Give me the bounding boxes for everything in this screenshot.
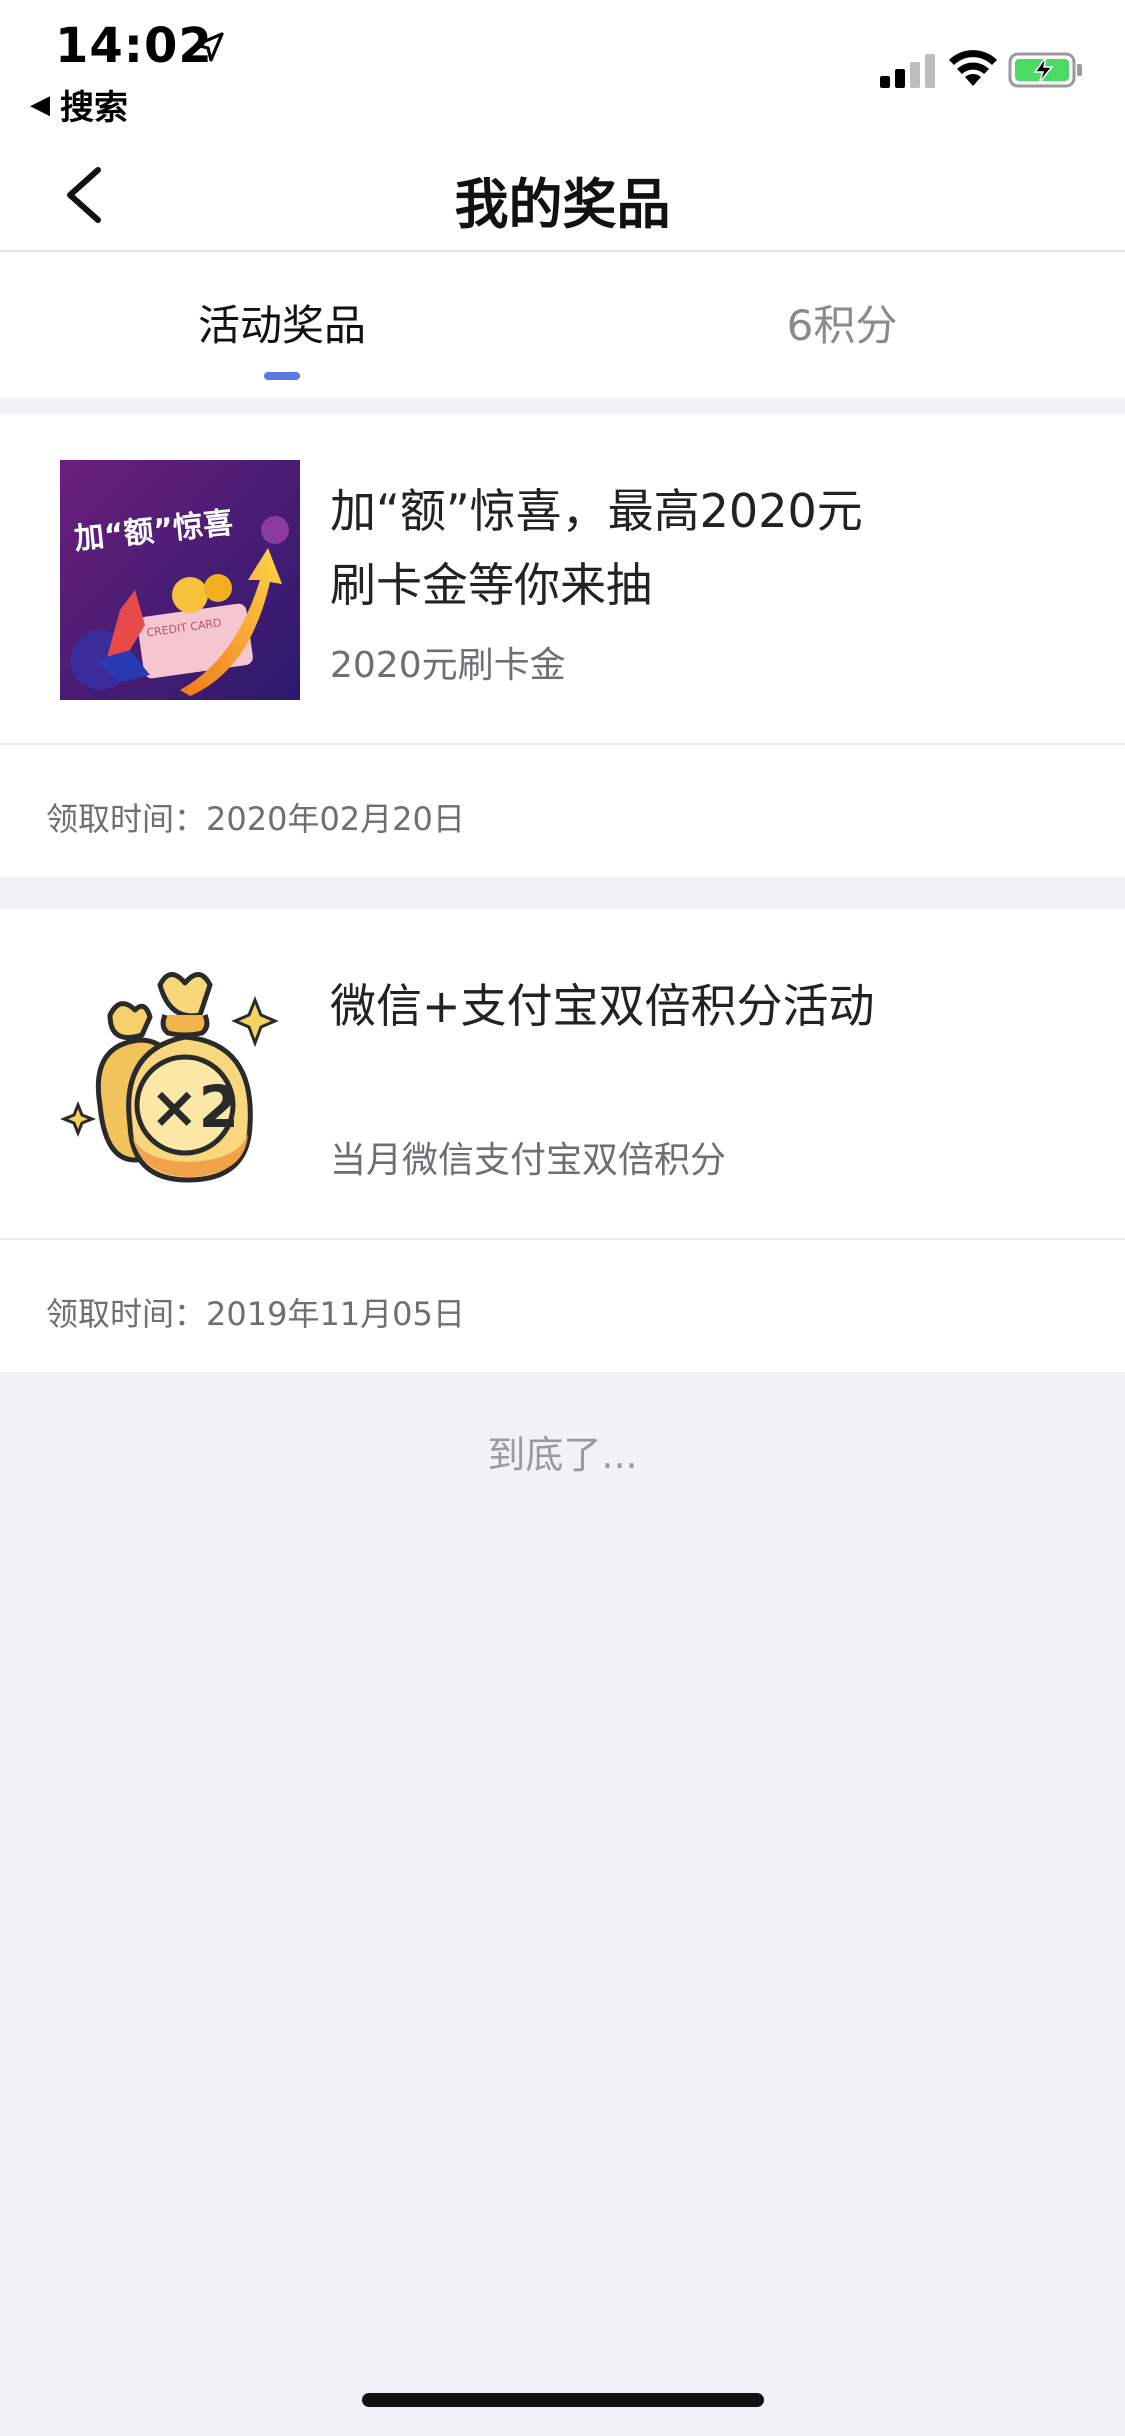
back-triangle-icon: ◀	[30, 89, 50, 120]
page: 14:02 ◀ 搜索 我的奖品 活动奖品 6积分 加“额”惊喜 CREDIT C…	[0, 0, 1125, 2436]
prize-image-credit-card: 加“额”惊喜 CREDIT CARD	[60, 460, 300, 700]
back-to-app-label: 搜索	[60, 88, 128, 128]
nav-bar: 我的奖品	[0, 140, 1125, 252]
prize-card-main[interactable]: 加“额”惊喜 CREDIT CARD 加“额”惊喜，最高2020元刷卡金等你来抽…	[0, 414, 1125, 745]
tab-activity-prizes[interactable]: 活动奖品	[82, 292, 482, 353]
back-to-app-button[interactable]: ◀ 搜索	[30, 80, 128, 129]
prize-subtitle: 当月微信支付宝双倍积分	[330, 1140, 727, 1181]
status-bar: 14:02 ◀ 搜索	[0, 0, 1125, 140]
tab-points[interactable]: 6积分	[642, 292, 1042, 353]
list-end-text: 到底了...	[487, 1433, 638, 1477]
prize-card[interactable]: 加“额”惊喜 CREDIT CARD 加“额”惊喜，最高2020元刷卡金等你来抽…	[0, 414, 1125, 877]
wifi-icon	[949, 50, 997, 86]
location-arrow-icon	[194, 32, 224, 62]
prize-subtitle: 2020元刷卡金	[330, 645, 566, 686]
signal-icon	[880, 54, 935, 88]
page-title: 我的奖品	[454, 173, 671, 236]
prize-claim-time: 领取时间：2019年11月05日	[46, 1295, 465, 1333]
home-indicator[interactable]	[362, 2393, 764, 2407]
battery-charging-icon	[1008, 52, 1082, 88]
prize-claim-time: 领取时间：2020年02月20日	[46, 800, 465, 838]
active-tab-indicator	[264, 372, 300, 380]
prize-title: 加“额”惊喜，最高2020元刷卡金等你来抽	[330, 484, 863, 612]
svg-text:×2: ×2	[150, 1073, 239, 1141]
money-bag-double-points-icon: ×2	[60, 972, 279, 1183]
tab-bar: 活动奖品 6积分	[0, 252, 1125, 398]
prize-card[interactable]: ×2 微信+支付宝双倍积分活动 当月微信支付宝双倍积分 领取时间：2019年11…	[0, 909, 1125, 1372]
prize-title: 微信+支付宝双倍积分活动	[330, 979, 875, 1033]
prize-card-main[interactable]: ×2 微信+支付宝双倍积分活动 当月微信支付宝双倍积分	[0, 909, 1125, 1240]
status-time: 14:02	[55, 18, 213, 74]
